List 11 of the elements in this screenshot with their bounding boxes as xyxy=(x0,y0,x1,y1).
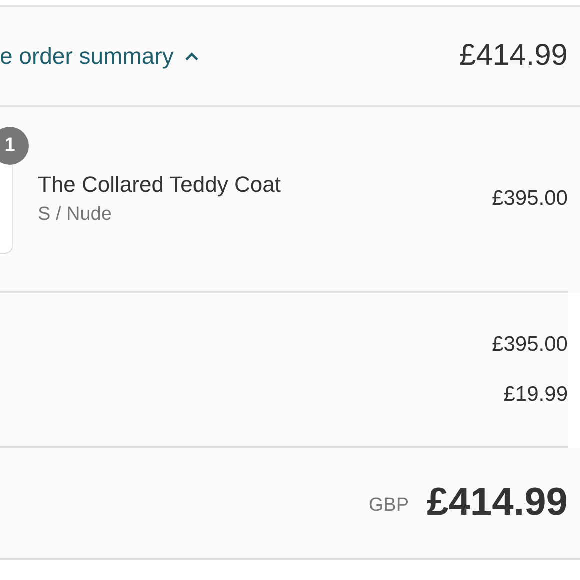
total-amount: £414.99 xyxy=(427,481,568,525)
product-variant: S / Nude xyxy=(38,204,113,226)
product-name: The Collared Teddy Coat xyxy=(38,172,282,198)
currency-code: GBP xyxy=(368,495,410,517)
summary-total: £414.99 xyxy=(460,39,568,73)
quantity-badge: 1 xyxy=(0,127,29,165)
order-summary-toggle[interactable]: e order summary xyxy=(0,42,200,70)
chevron-icon xyxy=(184,50,200,62)
cost-value: £19.99 xyxy=(504,383,568,407)
cost-value: £395.00 xyxy=(492,333,568,357)
product-price: £395.00 xyxy=(492,187,568,211)
